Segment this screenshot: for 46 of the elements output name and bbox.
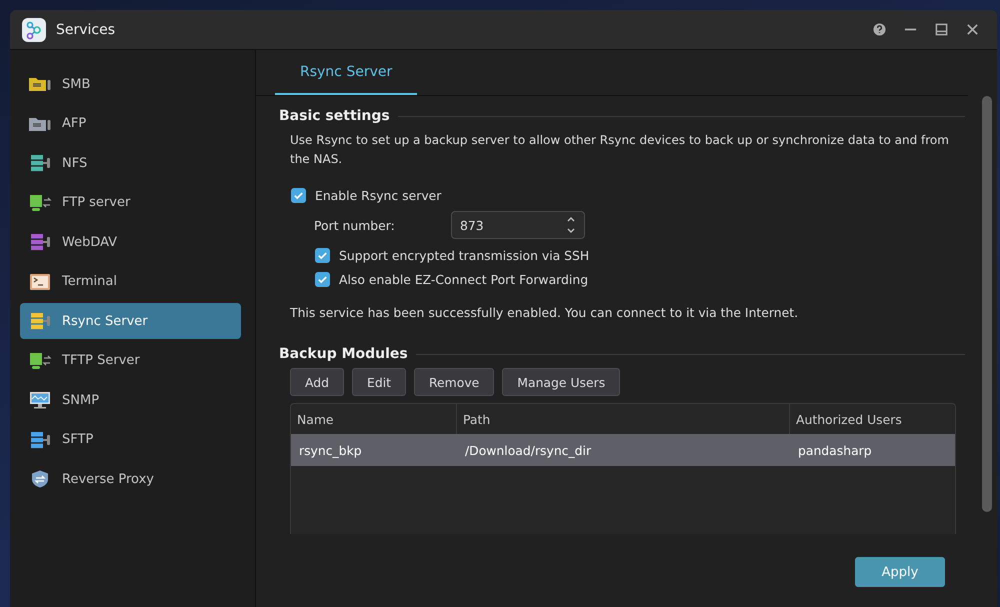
- close-icon[interactable]: [966, 23, 979, 36]
- checkmark-icon: [317, 250, 328, 261]
- table-cell-text: /Download/rsync_dir: [464, 442, 592, 460]
- checkbox[interactable]: [315, 248, 330, 263]
- checkbox-label: Support encrypted transmission via SSH: [339, 248, 590, 263]
- sidebar-item[interactable]: Rsync Server: [20, 303, 241, 339]
- help-icon[interactable]: [873, 23, 886, 36]
- status-text: This service has been successfully enabled. You can connect to it via the Internet.: [290, 305, 800, 320]
- terminal-icon: [28, 272, 52, 290]
- toolbar-button[interactable]: Edit: [352, 368, 406, 396]
- sidebar-item[interactable]: FTP server: [20, 184, 241, 220]
- sidebar-item[interactable]: Terminal: [20, 264, 241, 300]
- description-text: Use Rsync to set up a backup server to allow other Rsync devices to back up or synchronize data to and from the NAS.: [290, 132, 950, 168]
- toolbar-button[interactable]: Add: [290, 368, 344, 396]
- spinner-arrows-icon[interactable]: [566, 215, 576, 235]
- sidebar-item[interactable]: SNMP: [20, 382, 241, 418]
- port-label: Port number:: [314, 218, 396, 232]
- sidebar-item[interactable]: AFP: [20, 106, 241, 142]
- toolbar-button[interactable]: Manage Users: [502, 368, 620, 396]
- maximize-icon[interactable]: [935, 23, 948, 36]
- sidebar-item[interactable]: SMB: [20, 66, 241, 102]
- sidebar-item[interactable]: NFS: [20, 145, 241, 181]
- sidebar-item[interactable]: TFTP Server: [20, 342, 241, 378]
- table-row[interactable]: rsync_bkp /Download/rsync_dir pandasharp: [291, 434, 955, 466]
- checkbox-label: Also enable EZ-Connect Port Forwarding: [339, 272, 588, 287]
- checkbox-label: Enable Rsync server: [315, 188, 442, 203]
- sidebar-item[interactable]: WebDAV: [20, 224, 241, 260]
- port-field[interactable]: 873: [451, 211, 585, 239]
- sidebar-item[interactable]: Reverse Proxy: [20, 461, 241, 497]
- tab[interactable]: Rsync Server: [275, 50, 418, 95]
- folder-icon: [28, 75, 52, 93]
- toolbar-button[interactable]: Remove: [414, 368, 494, 396]
- column-header[interactable]: Authorized Users: [790, 404, 955, 434]
- checkmark-icon: [293, 190, 304, 201]
- section-heading: Basic settings: [278, 108, 390, 124]
- checkbox[interactable]: [315, 272, 330, 287]
- table-cell-text: rsync_bkp: [298, 442, 363, 460]
- scrollbar[interactable]: [982, 96, 992, 512]
- sidebar-item[interactable]: SFTP: [20, 422, 241, 458]
- app-icon: [22, 18, 46, 42]
- monitor-icon: [28, 391, 52, 409]
- checkbox[interactable]: [291, 188, 306, 203]
- table-cell-text: pandasharp: [797, 442, 873, 460]
- section-heading: Backup Modules: [278, 346, 408, 362]
- window-title: Services: [56, 22, 116, 38]
- checkmark-icon: [317, 274, 328, 285]
